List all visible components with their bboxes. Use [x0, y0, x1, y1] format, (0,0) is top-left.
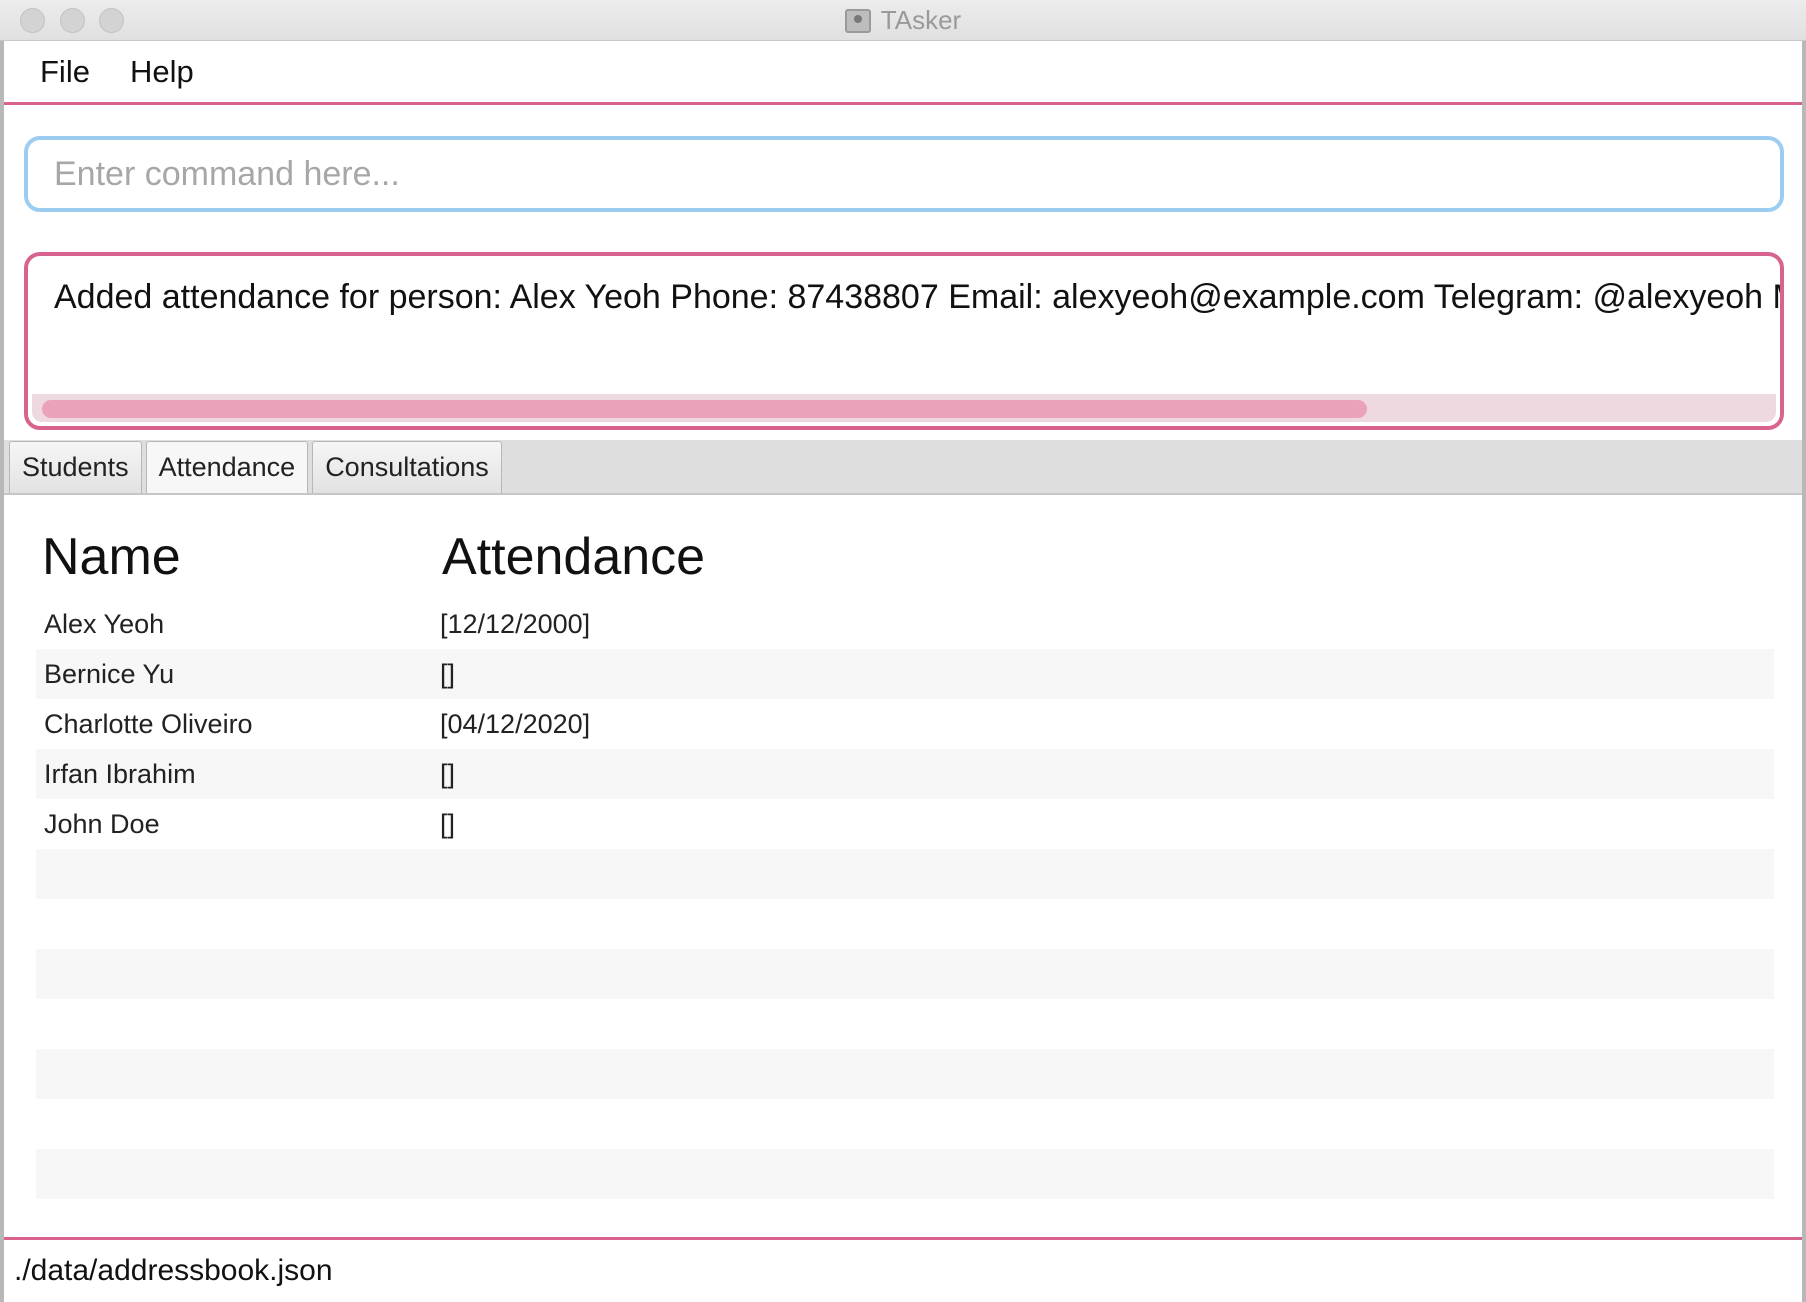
- tab-students[interactable]: Students: [9, 441, 142, 493]
- table-row-empty: [36, 1149, 1774, 1199]
- column-header-name: Name: [42, 528, 181, 586]
- cell-attendance: []: [440, 658, 456, 689]
- table-row[interactable]: Irfan Ibrahim []: [36, 749, 1774, 799]
- table-row[interactable]: Bernice Yu []: [36, 649, 1774, 699]
- table-row-empty: [36, 999, 1774, 1049]
- table-row[interactable]: Charlotte Oliveiro [04/12/2020]: [36, 699, 1774, 749]
- window-title: TAsker: [880, 5, 962, 35]
- window-edge-right: [1802, 41, 1806, 1302]
- table-row-empty: [36, 949, 1774, 999]
- result-message: Added attendance for person: Alex Yeoh P…: [54, 278, 1784, 316]
- command-box: [24, 136, 1784, 212]
- result-scrollbar-thumb[interactable]: [42, 400, 1367, 418]
- cell-attendance: [12/12/2000]: [440, 608, 591, 639]
- cell-name: Charlotte Oliveiro: [44, 708, 253, 739]
- menu-help[interactable]: Help: [130, 54, 194, 90]
- result-display: Added attendance for person: Alex Yeoh P…: [24, 252, 1784, 430]
- cell-attendance: [04/12/2020]: [440, 708, 591, 739]
- table-row-empty: [36, 899, 1774, 949]
- attendance-table: Name Attendance Alex Yeoh [12/12/2000] B…: [4, 497, 1802, 1237]
- table-row-empty: [36, 1099, 1774, 1149]
- command-input[interactable]: [54, 154, 1780, 194]
- data-file-path: ./data/addressbook.json: [14, 1254, 333, 1287]
- app-icon: [844, 8, 871, 33]
- cell-name: Alex Yeoh: [44, 608, 165, 639]
- table-row-empty: [36, 849, 1774, 899]
- table-header: Name Attendance: [42, 527, 705, 587]
- menu-bar: File Help: [4, 41, 1802, 105]
- table-row[interactable]: John Doe []: [36, 799, 1774, 849]
- app-window: TAsker File Help Added attendance for pe…: [0, 0, 1806, 1302]
- title-bar: TAsker: [0, 0, 1806, 41]
- table-row[interactable]: Alex Yeoh [12/12/2000]: [36, 599, 1774, 649]
- cell-attendance: []: [440, 808, 456, 839]
- result-horizontal-scrollbar[interactable]: [32, 394, 1776, 422]
- cell-name: Bernice Yu: [44, 658, 175, 689]
- tab-consultations[interactable]: Consultations: [312, 441, 502, 493]
- menu-file[interactable]: File: [40, 54, 90, 90]
- tab-bar: Students Attendance Consultations: [4, 440, 1802, 495]
- cell-name: Irfan Ibrahim: [44, 758, 196, 789]
- table-rows: Alex Yeoh [12/12/2000] Bernice Yu [] Cha…: [36, 599, 1774, 1199]
- cell-attendance: []: [440, 758, 456, 789]
- column-header-attendance: Attendance: [442, 528, 706, 586]
- tab-attendance[interactable]: Attendance: [145, 441, 309, 493]
- cell-name: John Doe: [44, 808, 160, 839]
- table-row-empty: [36, 1049, 1774, 1099]
- window-title-group: TAsker: [0, 0, 1806, 41]
- status-bar: ./data/addressbook.json: [4, 1237, 1802, 1302]
